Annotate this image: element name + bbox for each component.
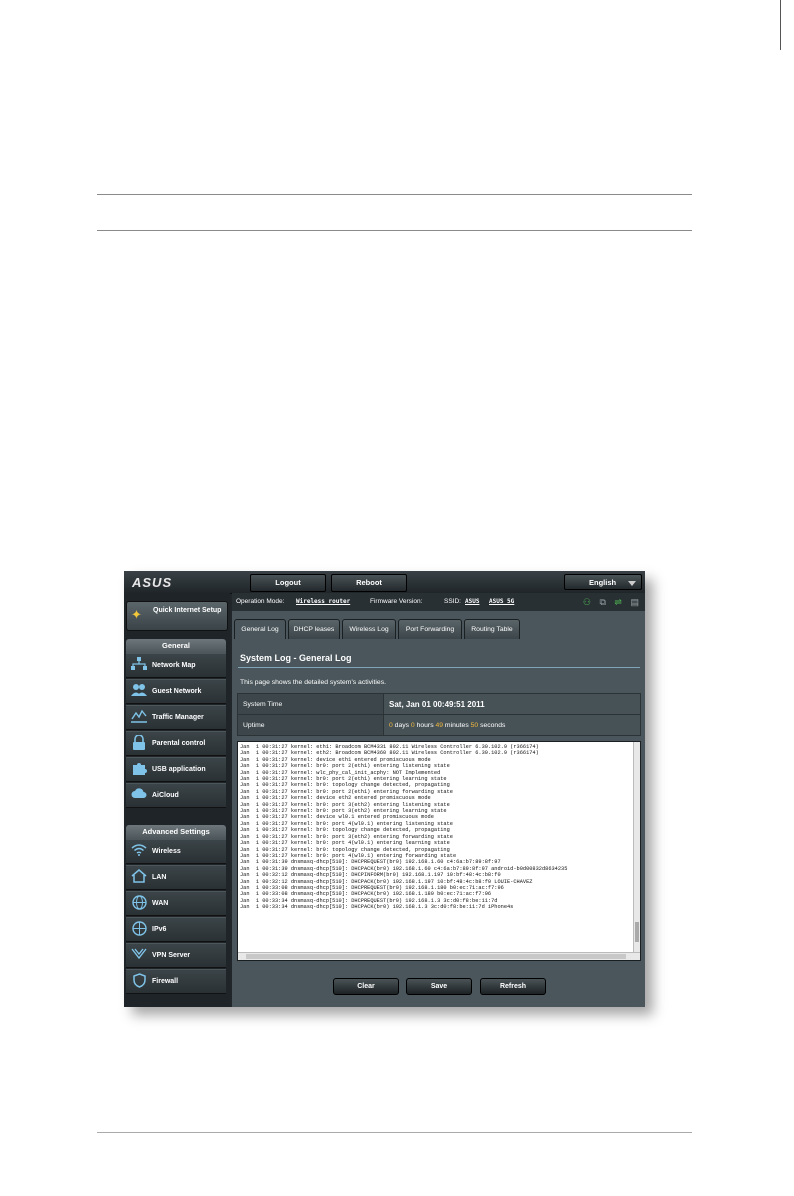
tab-general-log[interactable]: General Log bbox=[234, 619, 286, 639]
language-label: English bbox=[589, 578, 617, 587]
sidebar-item-label: Parental control bbox=[152, 740, 206, 747]
sidebar-item-network-map[interactable]: Network Map bbox=[126, 653, 226, 678]
sidebar-item-label: IPv6 bbox=[152, 926, 167, 933]
network-map-icon bbox=[130, 657, 148, 674]
header-rule-bottom bbox=[97, 230, 692, 231]
globe-icon bbox=[130, 895, 148, 912]
puzzle-icon bbox=[130, 761, 148, 778]
copy-status-icon[interactable]: ⧉ bbox=[599, 597, 605, 607]
wifi-icon bbox=[130, 843, 148, 860]
sidebar-item-guest-network[interactable]: Guest Network bbox=[126, 679, 226, 704]
system-time-label: System Time bbox=[237, 693, 384, 715]
sidebar-item-aicloud[interactable]: AiCloud bbox=[126, 783, 226, 808]
table-row: Uptime 0 days 0 hours 49 minutes 50 seco… bbox=[237, 714, 641, 736]
tab-routing-table[interactable]: Routing Table bbox=[464, 619, 520, 639]
sidebar-item-vpn-server[interactable]: VPN Server bbox=[126, 943, 226, 968]
page-title: System Log - General Log bbox=[240, 653, 352, 663]
table-row: System Time Sat, Jan 01 00:49:51 2011 bbox=[237, 693, 641, 715]
shield-icon bbox=[130, 973, 148, 990]
lock-icon bbox=[130, 734, 148, 752]
advanced-section-header: Advanced Settings bbox=[126, 825, 226, 839]
sidebar-item-label: WAN bbox=[152, 900, 169, 907]
asus-logo: ASUS bbox=[132, 575, 173, 590]
sidebar-item-wan[interactable]: WAN bbox=[126, 891, 226, 916]
sidebar-item-ipv6[interactable]: IPv6 bbox=[126, 917, 226, 942]
scroll-thumb[interactable] bbox=[246, 954, 626, 959]
operation-mode-label: Operation Mode: bbox=[236, 598, 285, 605]
router-ui-screenshot: ASUS Logout Reboot English ✦ Quick Inter… bbox=[124, 571, 645, 1007]
sidebar: ✦ Quick Internet Setup General Network M… bbox=[124, 593, 230, 1007]
sidebar-item-usb-application[interactable]: USB application bbox=[126, 757, 226, 782]
refresh-button[interactable]: Refresh bbox=[480, 978, 546, 995]
traffic-manager-icon bbox=[130, 709, 148, 726]
tab-wireless-log[interactable]: Wireless Log bbox=[342, 619, 396, 639]
header-rule-top bbox=[97, 194, 692, 195]
reboot-button[interactable]: Reboot bbox=[331, 574, 407, 592]
logout-button[interactable]: Logout bbox=[250, 574, 326, 592]
chevron-down-icon bbox=[628, 581, 636, 586]
status-icons: ⚇ ⧉ ⇌ ▤ bbox=[577, 597, 639, 607]
sidebar-item-lan[interactable]: LAN bbox=[126, 865, 226, 890]
home-icon bbox=[130, 869, 148, 886]
title-divider bbox=[238, 667, 640, 668]
client-status-icon[interactable]: ⚇ bbox=[583, 597, 591, 607]
sidebar-item-label: Wireless bbox=[152, 848, 181, 855]
main-panel: Operation Mode: Wireless router Firmware… bbox=[232, 593, 645, 1007]
horizontal-scrollbar[interactable] bbox=[238, 952, 640, 960]
page-description: This page shows the detailed system's ac… bbox=[240, 679, 386, 686]
quick-internet-setup-label: Quick Internet Setup bbox=[153, 607, 222, 614]
footer-rule bbox=[97, 1132, 692, 1133]
sidebar-item-parental-control[interactable]: Parental control bbox=[126, 731, 226, 756]
clear-button[interactable]: Clear bbox=[333, 978, 399, 995]
quick-internet-setup-button[interactable]: ✦ Quick Internet Setup bbox=[126, 601, 228, 631]
sidebar-item-label: AiCloud bbox=[152, 792, 179, 799]
log-lines: Jan 1 00:31:27 kernel: eth1: Broadcom BC… bbox=[240, 744, 634, 911]
language-select[interactable]: English bbox=[564, 574, 642, 590]
log-tabs: General Log DHCP leases Wireless Log Por… bbox=[232, 619, 645, 639]
vertical-scrollbar[interactable] bbox=[633, 742, 640, 952]
usb-status-icon[interactable]: ⇌ bbox=[614, 597, 622, 607]
scroll-thumb[interactable] bbox=[635, 922, 639, 942]
ssid-link-2g[interactable]: ASUS bbox=[465, 593, 479, 611]
ipv6-globe-icon bbox=[130, 921, 148, 938]
top-bar: ASUS Logout Reboot English bbox=[124, 571, 645, 594]
sidebar-item-label: Network Map bbox=[152, 662, 196, 669]
sidebar-item-label: VPN Server bbox=[152, 952, 191, 959]
ssid-label: SSID: bbox=[444, 598, 461, 605]
magic-wand-icon: ✦ bbox=[131, 607, 142, 622]
guest-network-icon bbox=[130, 683, 148, 700]
tab-dhcp-leases[interactable]: DHCP leases bbox=[288, 619, 340, 639]
ssid-link-5g[interactable]: ASUS_5G bbox=[489, 593, 514, 611]
sidebar-item-label: LAN bbox=[152, 874, 167, 881]
sidebar-item-traffic-manager[interactable]: Traffic Manager bbox=[126, 705, 226, 730]
general-section-header: General bbox=[126, 639, 226, 653]
sidebar-item-label: Guest Network bbox=[152, 688, 202, 695]
cloud-icon bbox=[130, 787, 148, 804]
sidebar-item-label: Firewall bbox=[152, 978, 179, 985]
vpn-icon bbox=[130, 947, 148, 964]
log-content: System Log - General Log This page shows… bbox=[232, 639, 645, 1007]
sidebar-item-label: Traffic Manager bbox=[152, 714, 204, 721]
printer-status-icon[interactable]: ▤ bbox=[630, 597, 639, 607]
system-time-value: Sat, Jan 01 00:49:51 2011 bbox=[383, 693, 641, 715]
sidebar-item-firewall[interactable]: Firewall bbox=[126, 969, 226, 994]
uptime-value: 0 days 0 hours 49 minutes 50 seconds bbox=[383, 714, 641, 736]
system-info-table: System Time Sat, Jan 01 00:49:51 2011 Up… bbox=[237, 693, 641, 736]
system-log-textarea[interactable]: Jan 1 00:31:27 kernel: eth1: Broadcom BC… bbox=[237, 741, 641, 961]
uptime-label: Uptime bbox=[237, 714, 384, 736]
sidebar-item-wireless[interactable]: Wireless bbox=[126, 839, 226, 864]
sidebar-item-label: USB application bbox=[152, 766, 206, 773]
tab-port-forwarding[interactable]: Port Forwarding bbox=[398, 619, 462, 639]
log-line: Jan 1 00:33:34 dnsmasq-dhcp[510]: DHCPAC… bbox=[240, 904, 514, 911]
save-button[interactable]: Save bbox=[406, 978, 472, 995]
status-info-bar: Operation Mode: Wireless router Firmware… bbox=[232, 593, 645, 611]
firmware-version-label: Firmware Version: bbox=[370, 598, 423, 605]
page-margin-line bbox=[780, 0, 781, 50]
operation-mode-link[interactable]: Wireless router bbox=[296, 593, 350, 611]
